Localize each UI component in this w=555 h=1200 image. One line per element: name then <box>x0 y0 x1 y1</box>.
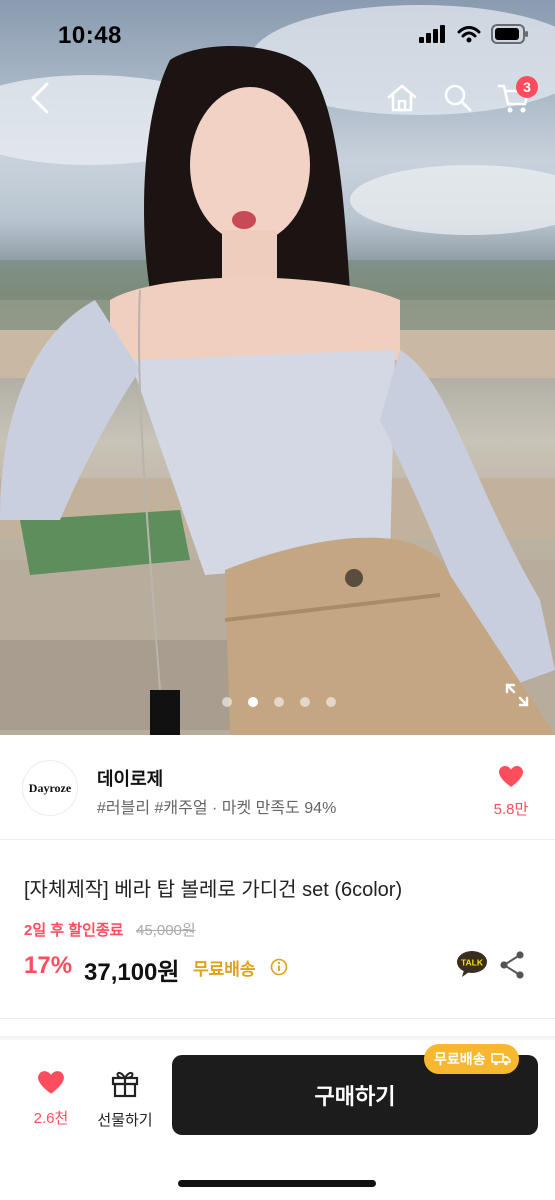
search-button[interactable] <box>438 78 478 118</box>
talk-icon-label: TALK <box>461 958 484 968</box>
carousel-dot-active[interactable] <box>248 697 258 707</box>
share-icon <box>500 951 524 979</box>
status-icons <box>419 24 529 44</box>
discount-rate: 17% <box>24 952 73 979</box>
original-price: 45,000원 <box>136 922 196 939</box>
battery-icon <box>491 24 528 44</box>
status-bar: 10:48 <box>0 0 555 72</box>
truck-icon <box>490 1053 511 1066</box>
free-shipping-tag-label: 무료배송 <box>434 1051 486 1067</box>
free-shipping-tag: 무료배송 <box>424 1044 519 1074</box>
expand-button[interactable] <box>500 678 534 712</box>
back-button[interactable] <box>20 78 60 118</box>
product-title: [자체제작] 베라 탑 볼레로 가디건 set (6color) <box>24 879 403 901</box>
carousel-dots <box>222 697 336 707</box>
seller-like-button[interactable]: 5.8만 <box>484 765 538 819</box>
carousel-dot[interactable] <box>326 697 336 707</box>
home-indicator[interactable] <box>178 1180 376 1187</box>
product-info: [자체제작] 베라 탑 볼레로 가디건 set (6color) 2일 후 할인… <box>0 840 555 1020</box>
carousel-dot[interactable] <box>274 697 284 707</box>
signal-icon <box>419 25 445 43</box>
seller-like-count: 5.8만 <box>493 801 529 818</box>
talk-icon: TALK <box>457 951 487 977</box>
product-image[interactable]: 10:48 3 <box>0 0 555 735</box>
search-icon <box>444 84 472 112</box>
home-button[interactable] <box>382 78 422 118</box>
share-button[interactable] <box>498 950 526 980</box>
carousel-dot[interactable] <box>222 697 232 707</box>
expand-icon <box>505 683 529 707</box>
bottom-action-bar: 2.6천 선물하기 구매하기 무료배송 <box>0 1040 555 1200</box>
cart-button[interactable]: 3 <box>494 76 538 118</box>
cart-badge: 3 <box>516 76 538 98</box>
discount-deadline: 2일 후 할인종료 <box>24 922 124 939</box>
free-shipping-label: 무료배송 <box>193 960 256 979</box>
carousel-dot[interactable] <box>300 697 310 707</box>
section-divider <box>0 1018 555 1019</box>
like-button[interactable]: 2.6천 <box>22 1070 80 1128</box>
seller-tags: #러블리 #캐주얼 · 마켓 만족도 94% <box>97 800 337 817</box>
home-icon <box>387 84 417 112</box>
gift-label: 선물하기 <box>97 1112 153 1129</box>
heart-icon <box>38 1071 64 1094</box>
gift-icon <box>111 1071 139 1098</box>
status-time: 10:48 <box>58 22 122 49</box>
seller-name[interactable]: 데이로제 <box>97 765 163 791</box>
info-icon[interactable] <box>270 958 288 976</box>
seller-logo[interactable]: Dayroze <box>22 760 78 816</box>
talk-button[interactable]: TALK <box>456 950 488 978</box>
wifi-icon <box>457 26 481 43</box>
sale-price: 37,100원 <box>84 959 180 986</box>
like-count: 2.6천 <box>33 1110 69 1127</box>
heart-icon <box>499 766 523 787</box>
back-arrow-icon <box>31 82 49 114</box>
gift-button[interactable]: 선물하기 <box>92 1068 158 1130</box>
seller-row[interactable]: Dayroze 데이로제 #러블리 #캐주얼 · 마켓 만족도 94% 5.8만 <box>0 735 555 840</box>
